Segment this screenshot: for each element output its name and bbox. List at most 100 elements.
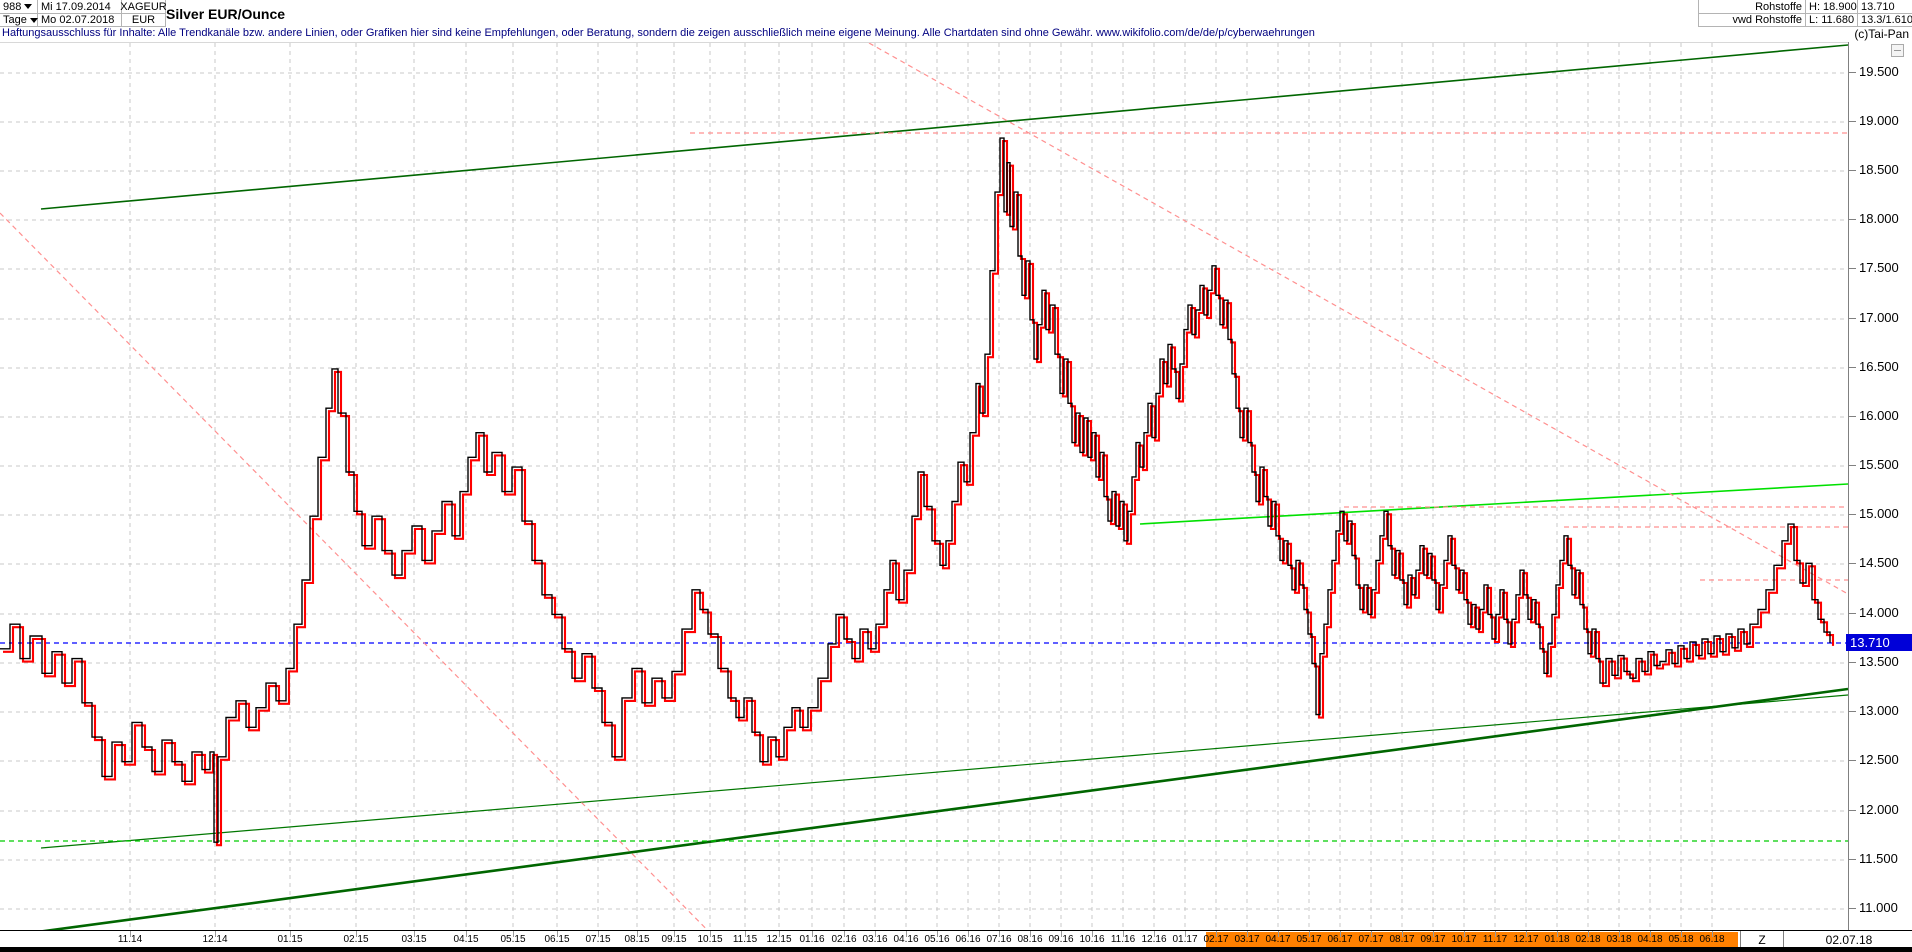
x-tick-label: 07.16: [986, 934, 1011, 945]
x-tick-label: 05.15: [500, 934, 525, 945]
x-tick-label: 05.18: [1668, 934, 1693, 945]
y-tick-mark: [1849, 908, 1856, 909]
x-tick-label: 03.17: [1234, 934, 1259, 945]
y-tick-mark: [1849, 613, 1856, 614]
x-tick-label: 02.17: [1203, 934, 1228, 945]
x-tick-label: 10.17: [1451, 934, 1476, 945]
y-tick-mark: [1849, 367, 1856, 368]
x-tick-label: 03.16: [862, 934, 887, 945]
date-to-cell[interactable]: Mo 02.07.2018: [38, 14, 122, 27]
y-tick-mark: [1849, 170, 1856, 171]
currency-value: EUR: [132, 14, 155, 26]
disclaimer-text: Haftungsausschluss für Inhalte: Alle Tre…: [2, 27, 1542, 42]
x-tick-label: 09.15: [661, 934, 686, 945]
x-tick-label: 02.16: [831, 934, 856, 945]
x-tick-label: 05.17: [1296, 934, 1321, 945]
y-tick-label: 14.000: [1859, 605, 1899, 620]
taipan-watermark: (c)Tai-Pan: [1854, 27, 1909, 41]
chevron-down-icon: [30, 18, 38, 23]
x-tick-label: 09.17: [1420, 934, 1445, 945]
currency-cell: EUR: [122, 14, 166, 27]
date-to-value: Mo 02.07.2018: [41, 14, 114, 26]
period-dropdown[interactable]: Tage: [0, 14, 38, 27]
x-tick-label: 12.16: [1141, 934, 1166, 945]
x-axis-strip: 11.1412.1401.1502.1503.1504.1505.1506.15…: [0, 930, 1912, 948]
y-tick-label: 13.500: [1859, 654, 1899, 669]
symbol-value: XAGEUR: [120, 1, 166, 13]
x-tick-label: 12.15: [766, 934, 791, 945]
x-tick-label: 07.17: [1358, 934, 1383, 945]
bar-count-dropdown[interactable]: 988: [0, 0, 38, 14]
y-tick-mark: [1849, 662, 1856, 663]
y-tick-mark: [1849, 72, 1856, 73]
x-tick-label: 04.15: [453, 934, 478, 945]
chart-window: 988 Tage Mi 17.09.2014 Mo 02.07.2018 XAG…: [0, 0, 1912, 952]
last-price-header: 13.710: [1858, 0, 1912, 14]
y-tick-label: 16.500: [1859, 359, 1899, 374]
mid-green-support-line: [41, 695, 1848, 848]
y-tick-label: 18.500: [1859, 162, 1899, 177]
y-tick-mark: [1849, 859, 1856, 860]
bottom-border: [0, 947, 1912, 952]
feed-name-2: vwd Rohstoffe: [1698, 14, 1806, 27]
x-tick-label: 09.16: [1048, 934, 1073, 945]
period-value: Tage: [3, 14, 27, 26]
y-tick-label: 11.000: [1859, 900, 1898, 915]
x-tick-label: 07.15: [585, 934, 610, 945]
x-tick-label: 06.16: [955, 934, 980, 945]
x-tick-label: 01.17: [1172, 934, 1197, 945]
y-tick-label: 15.500: [1859, 457, 1899, 472]
low-value: L: 11.680: [1806, 14, 1858, 27]
x-tick-label: 01.16: [799, 934, 824, 945]
x-tick-label: 02.18: [1575, 934, 1600, 945]
chart-plot-area[interactable]: [0, 42, 1848, 931]
y-tick-label: 19.000: [1859, 113, 1899, 128]
x-tick-label: 08.15: [624, 934, 649, 945]
x-tick-label: 10.15: [697, 934, 722, 945]
y-tick-label: 11.500: [1859, 851, 1898, 866]
y-tick-label: 17.500: [1859, 260, 1899, 275]
x-tick-label: 12.17: [1513, 934, 1538, 945]
x-tick-label: 03.15: [401, 934, 426, 945]
x-tick-label: 12.14: [202, 934, 227, 945]
header-bar: 988 Tage Mi 17.09.2014 Mo 02.07.2018 XAG…: [0, 0, 1912, 27]
date-from-cell[interactable]: Mi 17.09.2014: [38, 0, 122, 14]
feed-name: Rohstoffe: [1698, 0, 1806, 14]
change-info: 13.3/1.610: [1858, 14, 1912, 27]
y-tick-mark: [1849, 760, 1856, 761]
y-tick-label: 18.000: [1859, 211, 1899, 226]
y-tick-mark: [1849, 711, 1856, 712]
y-tick-mark: [1849, 416, 1856, 417]
y-tick-mark: [1849, 810, 1856, 811]
x-tick-label: 08.17: [1389, 934, 1414, 945]
x-tick-label: 10.16: [1079, 934, 1104, 945]
date-from-value: Mi 17.09.2014: [41, 1, 111, 13]
upper-green-channel-line: [41, 45, 1848, 209]
y-tick-mark: [1849, 318, 1856, 319]
x-tick-label: 06.15: [544, 934, 569, 945]
x-tick-label: 11.15: [733, 934, 757, 945]
y-tick-label: 19.500: [1859, 64, 1899, 79]
x-tick-label: 06.17: [1327, 934, 1352, 945]
zoom-button[interactable]: Z: [1740, 931, 1784, 948]
price-black: [0, 138, 1830, 842]
x-tick-label: 05.16: [924, 934, 949, 945]
x-tick-label: 04.17: [1265, 934, 1290, 945]
y-tick-label: 12.000: [1859, 802, 1899, 817]
x-tick-label: 06.18: [1699, 934, 1724, 945]
page-title: Silver EUR/Ounce: [166, 0, 285, 27]
y-tick-label: 16.000: [1859, 408, 1899, 423]
bar-count-value: 988: [3, 1, 21, 13]
y-tick-label: 17.000: [1859, 310, 1899, 325]
x-tick-label: 11.16: [1111, 934, 1135, 945]
y-tick-mark: [1849, 121, 1856, 122]
y-tick-mark: [1849, 219, 1856, 220]
y-tick-mark: [1849, 465, 1856, 466]
y-tick-mark: [1849, 514, 1856, 515]
y-tick-label: 12.500: [1859, 752, 1899, 767]
corner-date: 02.07.18: [1786, 931, 1912, 948]
steep-red-downtrend-line: [0, 213, 730, 931]
x-tick-label: 01.15: [277, 934, 302, 945]
x-tick-label: 04.16: [893, 934, 918, 945]
x-tick-label: 01.18: [1544, 934, 1569, 945]
